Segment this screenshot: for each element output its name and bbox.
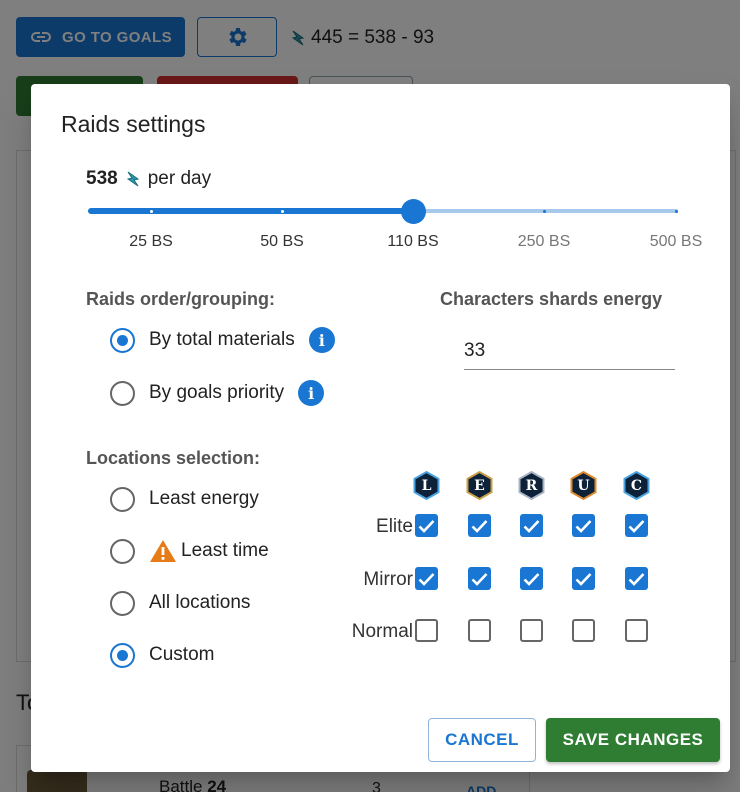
checkbox-normal-e[interactable] <box>468 619 491 642</box>
checkbox-elite-l[interactable] <box>415 514 438 537</box>
energy-slider[interactable] <box>88 198 678 224</box>
cancel-button[interactable]: CANCEL <box>428 718 536 762</box>
order-option[interactable]: By total materials i <box>110 325 335 355</box>
info-icon[interactable]: i <box>308 327 335 353</box>
checkbox-normal-l[interactable] <box>415 619 438 642</box>
checkbox-elite-e[interactable] <box>468 514 491 537</box>
slider-mark <box>281 209 284 213</box>
order-option-label: By goals priority i <box>149 380 325 406</box>
slider-mark <box>150 209 153 213</box>
locations-selection-label: Locations selection: <box>86 448 261 468</box>
option-text: Least time <box>181 540 269 561</box>
checkbox-normal-c[interactable] <box>625 619 648 642</box>
dialog-title: Raids settings <box>61 111 206 137</box>
rarity-letter: C <box>630 477 643 494</box>
checkbox-mirror-l[interactable] <box>415 567 438 590</box>
option-text: By goals priority <box>149 382 285 403</box>
option-text: Least energy <box>149 488 259 509</box>
location-option-label: Custom <box>149 644 214 666</box>
location-row-label: Mirror <box>363 569 413 590</box>
rarity-letter: E <box>474 477 485 494</box>
location-option-label: Least time <box>149 539 269 563</box>
location-option-label: All locations <box>149 592 250 614</box>
rarity-l-icon: L <box>413 471 440 500</box>
checkbox-mirror-c[interactable] <box>625 567 648 590</box>
save-changes-button[interactable]: SAVE CHANGES <box>546 718 720 762</box>
checkbox-mirror-r[interactable] <box>520 567 543 590</box>
option-text: By total materials <box>149 329 295 350</box>
checkbox-normal-u[interactable] <box>572 619 595 642</box>
checkbox-elite-u[interactable] <box>572 514 595 537</box>
radio-button[interactable] <box>110 642 135 668</box>
warning-icon <box>149 539 177 563</box>
rarity-e-icon: E <box>466 471 493 500</box>
location-row-label: Normal <box>351 621 413 642</box>
rarity-u-icon: U <box>570 471 597 500</box>
location-option-label: Least energy <box>149 488 259 510</box>
location-option[interactable]: Least time <box>110 536 269 566</box>
slider-mark <box>675 209 678 213</box>
raids-settings-dialog: Raids settings 538 per day Raids order/g… <box>31 84 730 772</box>
slider-track <box>88 208 413 214</box>
shards-energy-input[interactable]: 33 <box>464 334 675 370</box>
rarity-letter: U <box>577 477 590 494</box>
rarity-letter: R <box>525 477 538 494</box>
location-row-label: Elite <box>376 516 413 537</box>
rarity-r-icon: R <box>518 471 545 500</box>
info-icon[interactable]: i <box>298 380 325 406</box>
slider-thumb[interactable] <box>401 199 426 224</box>
shards-energy-label: Characters shards energy <box>440 289 663 309</box>
energy-per-day-value: 538 <box>86 168 118 189</box>
order-grouping-label: Raids order/grouping: <box>86 289 275 309</box>
per-day-label: per day <box>147 168 212 189</box>
location-option[interactable]: Custom <box>110 640 214 670</box>
location-option[interactable]: Least energy <box>110 484 259 514</box>
order-option[interactable]: By goals priority i <box>110 378 325 408</box>
rarity-c-icon: C <box>623 471 650 500</box>
checkbox-elite-c[interactable] <box>625 514 648 537</box>
radio-button[interactable] <box>110 327 135 353</box>
radio-button[interactable] <box>110 486 135 512</box>
checkbox-mirror-e[interactable] <box>468 567 491 590</box>
option-text: Custom <box>149 644 215 665</box>
energy-icon <box>126 171 139 187</box>
slider-mark-label: 110 BS <box>387 233 439 250</box>
rarity-letter: L <box>421 477 432 494</box>
checkbox-elite-r[interactable] <box>520 514 543 537</box>
order-option-label: By total materials i <box>149 327 335 353</box>
checkbox-normal-r[interactable] <box>520 619 543 642</box>
radio-button[interactable] <box>110 538 135 564</box>
slider-mark-label: 50 BS <box>260 233 304 250</box>
slider-mark <box>543 209 546 213</box>
checkbox-mirror-u[interactable] <box>572 567 595 590</box>
option-text: All locations <box>149 592 251 613</box>
slider-mark-label: 250 BS <box>517 233 571 250</box>
slider-mark-label: 500 BS <box>649 233 703 250</box>
location-option[interactable]: All locations <box>110 588 250 618</box>
radio-button[interactable] <box>110 590 135 616</box>
slider-mark-label: 25 BS <box>129 233 173 250</box>
radio-button[interactable] <box>110 380 135 406</box>
energy-per-day: 538 per day <box>86 168 211 190</box>
